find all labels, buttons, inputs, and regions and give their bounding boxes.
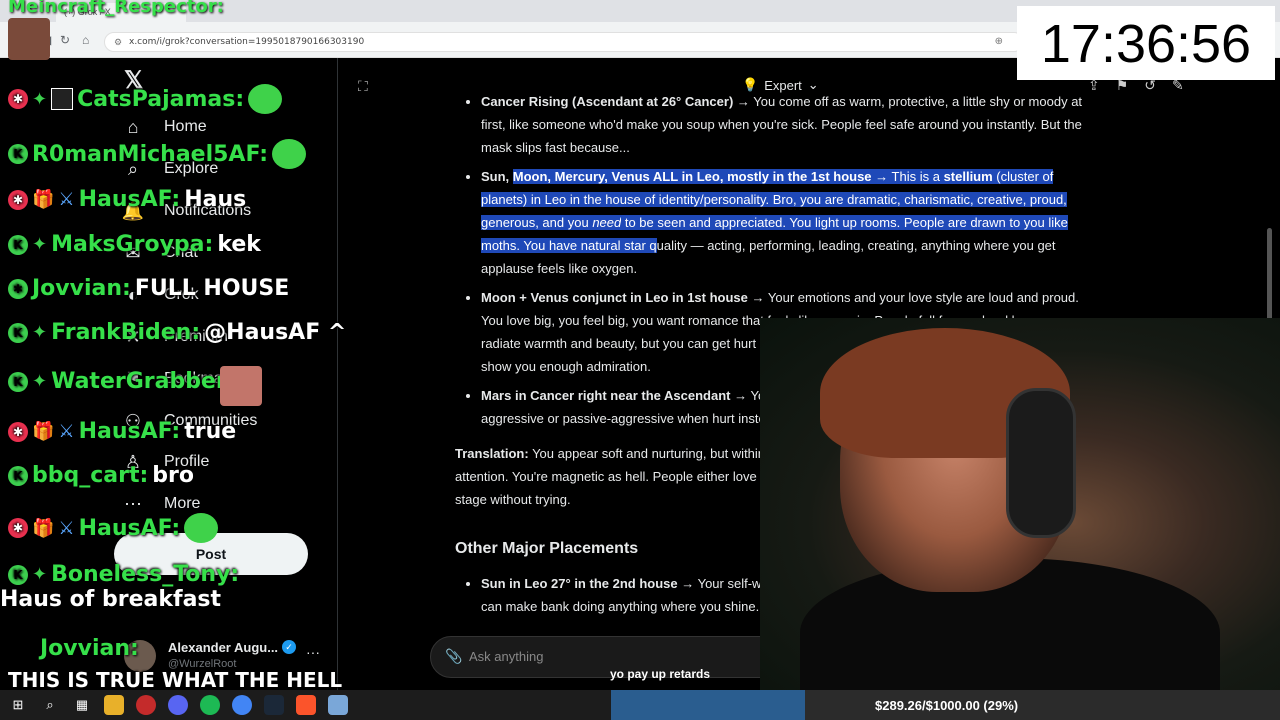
sparkle-badge-icon: ✦	[32, 234, 48, 255]
chat-username: HausAF:	[78, 419, 181, 444]
sub-badge-icon: ✱	[8, 518, 28, 538]
kick-badge-icon: K	[8, 234, 28, 255]
translation-label: Translation:	[455, 446, 529, 461]
gift-badge-icon: 🎁	[32, 189, 55, 210]
chat-username: R0manMichael5AF:	[32, 141, 269, 167]
kick-badge-icon: K	[8, 144, 28, 164]
kick-badge-icon: K	[8, 465, 28, 486]
gift-badge-icon: 🎁	[32, 421, 55, 442]
stream-timer: 17:36:56	[1017, 6, 1275, 80]
chat-username: MaksGroypa:	[51, 232, 214, 257]
chat-emote	[184, 513, 219, 543]
list-item: Cancer Rising (Ascendant at 26° Cancer) …	[481, 90, 1095, 159]
chat-text: THIS IS TRUE WHAT THE HELL	[8, 668, 343, 692]
chat-message: Jovvian:	[40, 636, 139, 665]
chat-emote-face	[220, 366, 262, 406]
chat-emote	[248, 84, 283, 114]
chat-text: FULL HOUSE	[134, 276, 290, 301]
sub-badge-icon: ✱	[8, 189, 28, 210]
bullet-bold: Sun,	[481, 169, 513, 184]
broken-image-icon	[51, 88, 74, 110]
bullet-bold: Mars in Cancer right near the Ascendant	[481, 388, 731, 403]
chat-text: @HausAF ^	[204, 320, 347, 345]
chat-username: bbq_cart:	[32, 463, 149, 488]
donation-goal-text: $289.26/$1000.00 (29%)	[875, 698, 1019, 713]
selected-bold: Moon, Mercury, Venus ALL in Leo, mostly …	[512, 169, 872, 184]
kick-badge-icon: K	[8, 322, 28, 343]
screen: (+) Grok / X ◀ ↻ ⌂ ⚙ x.com/i/grok?conver…	[0, 0, 1280, 720]
chrome-icon[interactable]	[232, 695, 252, 715]
chat-text: true	[184, 419, 237, 444]
sword-badge-icon: ⚔	[58, 421, 75, 442]
kick-badge-icon: K	[8, 564, 28, 585]
obs-icon[interactable]	[136, 695, 156, 715]
chat-message: Kbbq_cart: bro	[8, 463, 194, 488]
brave-icon[interactable]	[296, 695, 316, 715]
donation-goal-bar: $289.26/$1000.00 (29%)	[611, 690, 1280, 720]
sparkle-badge-icon: ✦	[32, 371, 48, 392]
chat-text: Haus of breakfast	[0, 587, 222, 612]
chat-text: Haus	[184, 187, 247, 212]
chat-username: WaterGrabber:	[51, 369, 236, 394]
chat-message: K ✦ FrankBiden: @HausAF ^	[8, 320, 346, 345]
sub-badge-icon: ✱	[8, 89, 28, 109]
chat-username: HausAF:	[78, 515, 181, 541]
chat-message: ✱ 🎁 ⚔ HausAF:	[8, 513, 219, 543]
taskbar-icons: ⊞ ⌕ ▦	[8, 695, 348, 715]
sword-badge-icon: ⚔	[58, 517, 75, 539]
ask-placeholder: Ask anything	[469, 649, 544, 664]
kick-badge-icon: K	[8, 371, 28, 392]
list-item-selected: Sun, Moon, Mercury, Venus ALL in Leo, mo…	[481, 165, 1095, 280]
spotify-icon[interactable]	[200, 695, 220, 715]
selected-text: → This is a	[871, 169, 944, 184]
chat-username: Jovvian:	[40, 636, 139, 661]
bullet-bold: Cancer Rising (Ascendant at 26° Cancer)	[481, 94, 734, 109]
webcam-overlay	[760, 318, 1280, 690]
chat-message-text: THIS IS TRUE WHAT THE HELL	[8, 668, 342, 692]
chat-text: kek	[217, 232, 261, 257]
chat-message: K ✦ WaterGrabber:	[8, 369, 236, 394]
headphones	[1006, 388, 1076, 538]
chat-message: K ✦ MaksGroypa: kek	[8, 232, 261, 257]
donation-goal-fill	[611, 690, 805, 720]
ticker-text: yo pay up retards	[610, 667, 711, 681]
chat-emote	[272, 139, 307, 169]
sparkle-badge-icon: ✦	[32, 88, 48, 110]
gift-badge-icon: 🎁	[32, 517, 55, 539]
bullet-bold: Moon + Venus conjunct in Leo in 1st hous…	[481, 290, 748, 305]
og-badge-icon: ✱	[8, 278, 28, 299]
notepad-icon[interactable]	[328, 695, 348, 715]
chat-username: HausAF:	[78, 187, 181, 212]
chat-message: K R0manMichael5AF:	[8, 139, 307, 169]
chat-username: Boneless_Tony:	[51, 562, 240, 587]
chat-message: ✱ 🎁 ⚔ HausAF: true	[8, 419, 236, 444]
discord-icon[interactable]	[168, 695, 188, 715]
windows-icon[interactable]: ⊞	[8, 695, 28, 715]
zoom-icon[interactable]: ⊕	[995, 36, 1003, 47]
chat-username: Jovvian:	[32, 276, 131, 301]
chat-message: ✱ 🎁 ⚔ HausAF: Haus	[8, 187, 246, 212]
chat-username: FrankBiden:	[51, 320, 201, 345]
search-icon[interactable]: ⌕	[40, 695, 60, 715]
bullet-bold: Sun in Leo 27° in the 2nd house	[481, 576, 678, 591]
stream-chat: ✱ ✦ CatsPajamas: K R0manMichael5AF: ✱ 🎁 ⚔ HausAF…	[0, 0, 346, 700]
chat-message: K ✦ Boneless_Tony: Haus of breakfast	[0, 562, 328, 612]
selected-em: need	[592, 215, 622, 230]
attach-icon[interactable]: 📎	[445, 648, 462, 665]
sparkle-badge-icon: ✦	[32, 322, 48, 343]
expand-icon[interactable]: ⛶	[358, 78, 368, 95]
chat-text: bro	[152, 463, 195, 488]
steam-icon[interactable]	[264, 695, 284, 715]
sparkle-badge-icon: ✦	[32, 564, 48, 585]
sub-badge-icon: ✱	[8, 421, 28, 442]
explorer-icon[interactable]	[104, 695, 124, 715]
sword-badge-icon: ⚔	[58, 189, 75, 210]
chat-username: CatsPajamas:	[77, 86, 245, 112]
chat-message: ✱ Jovvian: FULL HOUSE	[8, 276, 289, 301]
selected-bold: stellium	[943, 169, 993, 184]
task-view-icon[interactable]: ▦	[72, 695, 92, 715]
chat-message: ✱ ✦ CatsPajamas:	[8, 84, 283, 114]
